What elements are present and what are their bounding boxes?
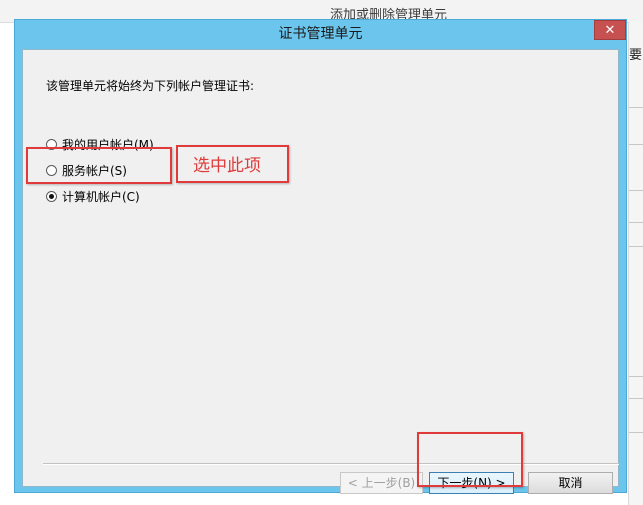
dialog-content: 该管理单元将始终为下列帐户管理证书: 我的用户帐户(M) 服务帐户(S) 计算机… — [22, 49, 619, 494]
radio-button-selected[interactable] — [46, 190, 57, 202]
back-button[interactable]: < 上一步(B) — [340, 472, 423, 494]
background-divider — [629, 190, 643, 191]
intro-text: 该管理单元将始终为下列帐户管理证书: — [46, 79, 255, 93]
background-divider — [629, 144, 643, 145]
highlight-computer-account — [26, 147, 172, 184]
button-separator-highlight — [43, 464, 619, 465]
radio-computer-account[interactable]: 计算机帐户(C) — [46, 188, 140, 204]
close-button[interactable]: ✕ — [594, 20, 626, 40]
background-divider — [629, 376, 643, 377]
highlight-next-button — [417, 432, 523, 487]
background-divider — [629, 398, 643, 399]
radio-label: 计算机帐户(C) — [62, 189, 140, 204]
background-right-text: 要 — [629, 48, 643, 63]
background-divider — [629, 222, 643, 223]
dialog-title: 证书管理单元 — [278, 26, 363, 42]
background-divider — [629, 432, 643, 433]
background-divider — [629, 107, 643, 108]
certificates-snapin-dialog: 证书管理单元 ✕ 该管理单元将始终为下列帐户管理证书: 我的用户帐户(M) 服务… — [14, 19, 627, 494]
cancel-button[interactable]: 取消 — [528, 472, 613, 494]
annotation-text: 选中此项 — [193, 156, 261, 176]
background-divider — [629, 246, 643, 247]
